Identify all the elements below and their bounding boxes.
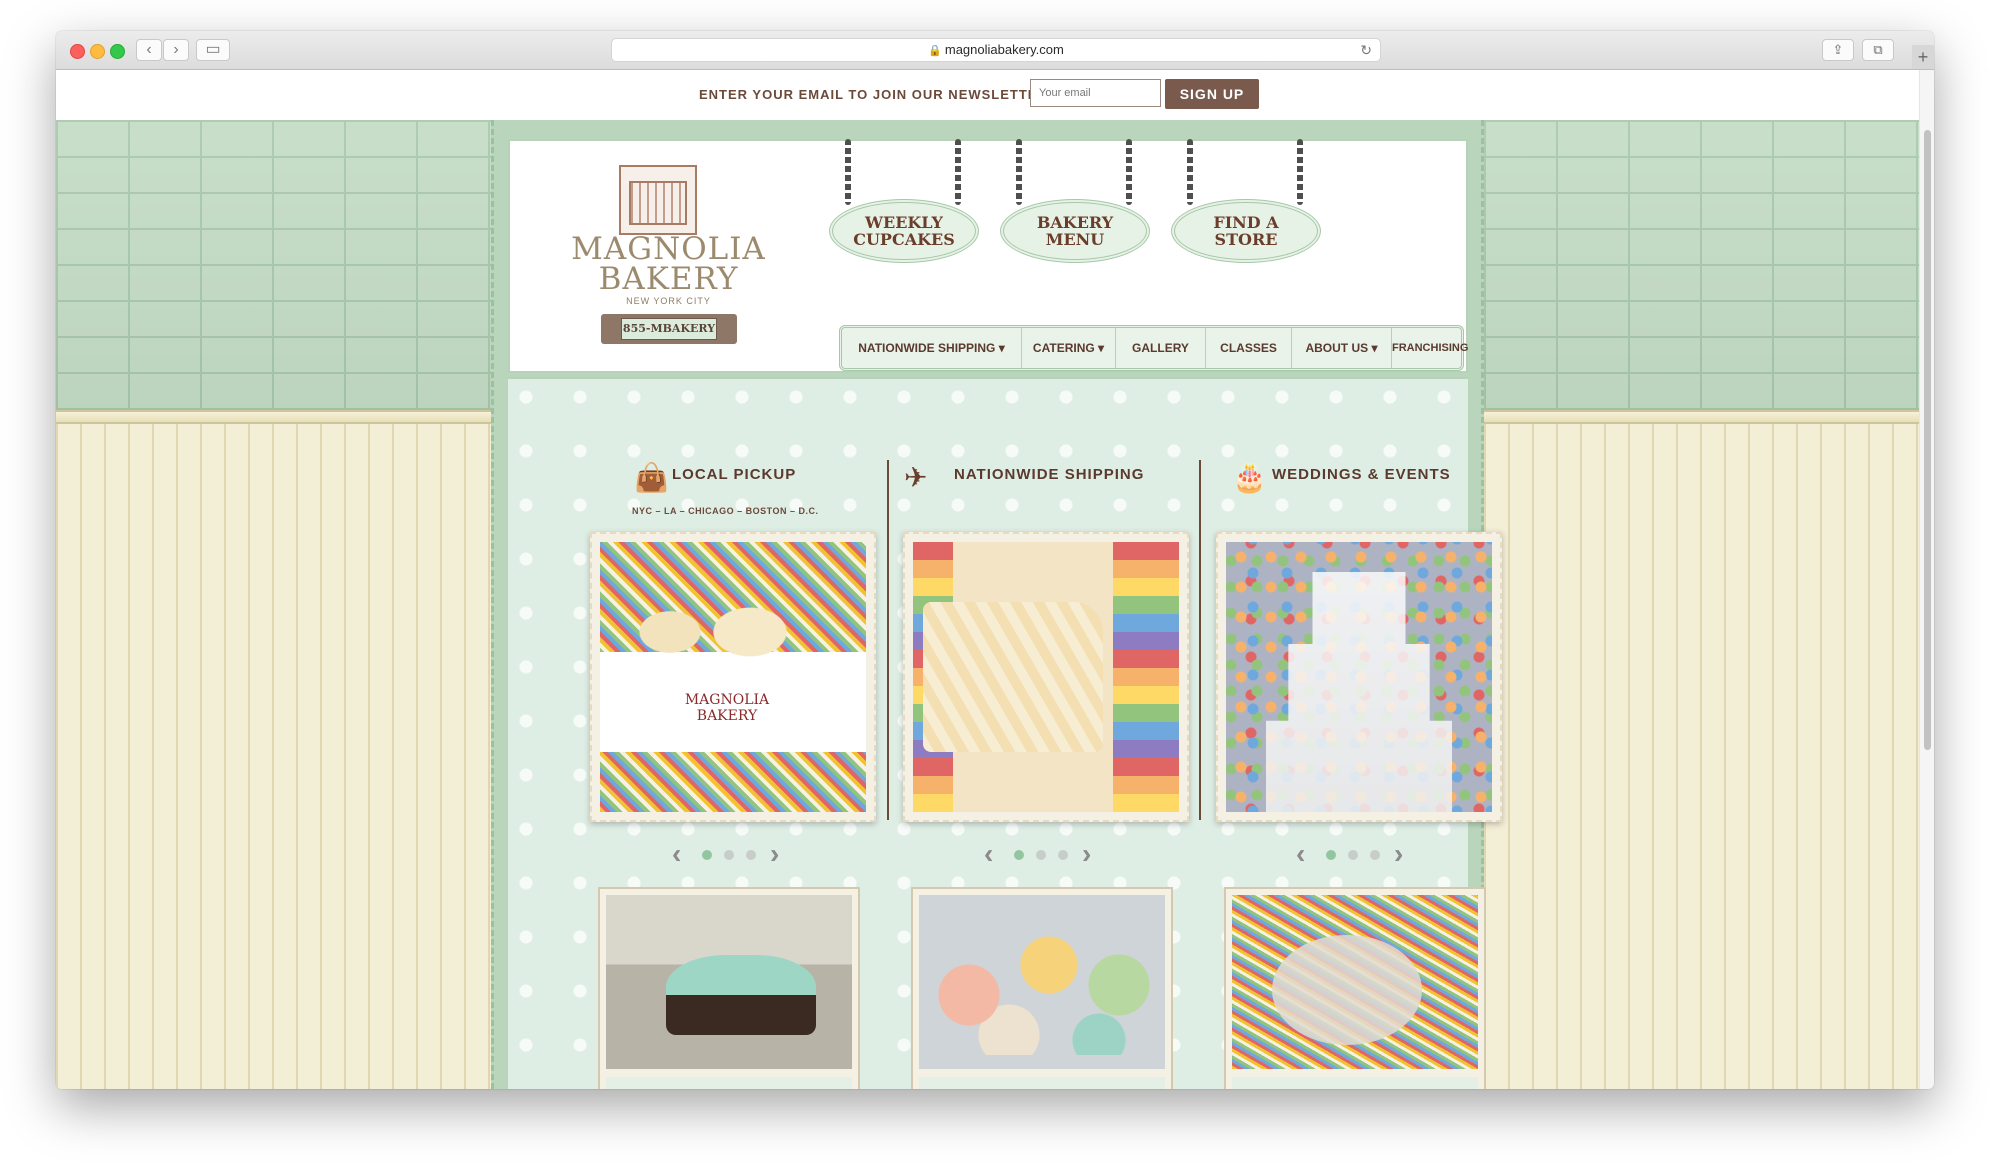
sign-weekly-cupcakes[interactable]: WEEKLY CUPCAKES	[829, 139, 979, 269]
carousel-pager: ‹ ›	[672, 840, 792, 868]
card-label: WEDDINGS	[919, 1077, 1165, 1089]
weddings-events-photo[interactable]	[1216, 532, 1502, 822]
carousel-dot[interactable]	[702, 850, 712, 860]
card-label: CAREERS	[606, 1077, 852, 1089]
rainbow-cake-image	[913, 542, 1179, 812]
wedding-cake-image	[1226, 542, 1492, 812]
chevron-right-icon[interactable]: ›	[1394, 840, 1403, 868]
chevron-right-icon[interactable]: ›	[770, 840, 779, 868]
nav-nationwide-shipping[interactable]: NATIONWIDE SHIPPING ▾	[842, 328, 1022, 368]
scroll-thumb[interactable]	[1924, 130, 1931, 750]
tabs-icon: ⧉	[1873, 42, 1883, 57]
address-bar[interactable]: 🔒 magnoliabakery.com ↻	[611, 38, 1381, 62]
chevron-left-icon[interactable]: ‹	[1296, 840, 1305, 868]
share-button[interactable]: ⇪	[1822, 39, 1854, 61]
chain-icon	[955, 139, 961, 205]
carousel-pager: ‹ ›	[984, 840, 1104, 868]
nav-gallery[interactable]: GALLERY	[1116, 328, 1206, 368]
phone-plaque[interactable]: 855-MBAKERY	[601, 314, 737, 344]
chevron-down-icon: ▾	[1098, 341, 1105, 355]
forward-button[interactable]: ›	[163, 39, 189, 61]
section-weddings-events-title[interactable]: 🎂 WEDDINGS & EVENTS	[1232, 460, 1452, 500]
sign-find-a-store[interactable]: FIND A STORE	[1171, 139, 1321, 269]
careers-card[interactable]: CAREERS	[598, 887, 860, 1089]
main-nav: NATIONWIDE SHIPPING ▾ CATERING ▾ GALLERY…	[839, 325, 1468, 371]
carousel-dot[interactable]	[724, 850, 734, 860]
shopping-bag-icon: 👜	[634, 462, 669, 493]
carousel-dot[interactable]	[1014, 850, 1024, 860]
chevron-right-icon: ›	[173, 41, 179, 58]
section-local-pickup-title[interactable]: 👜 LOCAL PICKUP	[634, 460, 834, 500]
page-scrollbar[interactable]	[1919, 70, 1934, 1089]
careers-image	[606, 895, 852, 1069]
nationwide-shipping-photo[interactable]	[903, 532, 1189, 822]
chain-icon	[845, 139, 851, 205]
lock-icon: 🔒	[928, 45, 942, 57]
sidebar-icon: ▭	[205, 41, 221, 58]
section-nationwide-shipping-title[interactable]: ✈ NATIONWIDE SHIPPING	[904, 460, 1144, 500]
browser-window: ‹ › ▭ 🔒 magnoliabakery.com ↻ ⇪ ⧉ + ENTER …	[56, 31, 1934, 1089]
tiered-cake-icon: 🎂	[1232, 462, 1267, 493]
chevron-down-icon: ▾	[998, 341, 1005, 355]
storefront-icon	[619, 165, 697, 235]
url-text: magnoliabakery.com	[944, 42, 1064, 57]
magnolia-bakery-logo[interactable]: MAGNOLIA BAKERY NEW YORK CITY 855-MBAKER…	[561, 165, 776, 355]
minimize-window-button[interactable]	[90, 44, 105, 59]
column-divider	[887, 460, 889, 820]
fullscreen-window-button[interactable]	[110, 44, 125, 59]
carousel-dot[interactable]	[746, 850, 756, 860]
nav-classes[interactable]: CLASSES	[1206, 328, 1292, 368]
carousel-dot[interactable]	[1348, 850, 1358, 860]
chain-icon	[1187, 139, 1193, 205]
logo-city: NEW YORK CITY	[626, 296, 711, 306]
page-viewport: ENTER YOUR EMAIL TO JOIN OUR NEWSLETTER …	[56, 70, 1920, 1089]
show-tabs-button[interactable]: ⧉	[1862, 39, 1894, 61]
browser-titlebar: ‹ › ▭ 🔒 magnoliabakery.com ↻ ⇪ ⧉ +	[56, 31, 1934, 70]
sign-label: BAKERY MENU	[1036, 213, 1114, 249]
logo-line2: BAKERY	[598, 261, 739, 297]
weddings-image	[919, 895, 1165, 1069]
carousel-pager: ‹ ›	[1296, 840, 1416, 868]
weddings-card[interactable]: WEDDINGS	[911, 887, 1173, 1089]
back-button[interactable]: ‹	[136, 39, 162, 61]
chevron-right-icon[interactable]: ›	[1082, 840, 1091, 868]
sign-label: WEEKLY CUPCAKES	[853, 213, 955, 249]
sidebar-toggle-button[interactable]: ▭	[196, 39, 230, 61]
close-window-button[interactable]	[70, 44, 85, 59]
airplane-icon: ✈	[904, 462, 928, 493]
carousel-dot[interactable]	[1036, 850, 1046, 860]
newsletter-label: ENTER YOUR EMAIL TO JOIN OUR NEWSLETTER	[699, 87, 1048, 102]
left-wall-decoration	[56, 120, 491, 1089]
sign-label: FIND A STORE	[1213, 213, 1279, 249]
new-tab-button[interactable]: +	[1912, 45, 1934, 69]
nav-about-us[interactable]: ABOUT US ▾	[1292, 328, 1392, 368]
nav-franchising[interactable]: FRANCHISING	[1392, 328, 1468, 368]
chevron-left-icon: ‹	[146, 41, 152, 58]
chain-icon	[1126, 139, 1132, 205]
chevron-down-icon: ▾	[1371, 341, 1378, 355]
column-divider	[1199, 460, 1201, 820]
covid-19-card[interactable]: COVID-19	[1224, 887, 1486, 1089]
sign-up-button[interactable]: SIGN UP	[1165, 79, 1259, 109]
cupcake-cup-image	[600, 542, 866, 812]
local-pickup-photo[interactable]	[590, 532, 876, 822]
carousel-dot[interactable]	[1370, 850, 1380, 860]
chevron-left-icon[interactable]: ‹	[984, 840, 993, 868]
card-label: COVID-19	[1232, 1077, 1478, 1089]
chain-icon	[1297, 139, 1303, 205]
newsletter-bar: ENTER YOUR EMAIL TO JOIN OUR NEWSLETTER …	[56, 70, 1920, 121]
chevron-left-icon[interactable]: ‹	[672, 840, 681, 868]
sign-bakery-menu[interactable]: BAKERY MENU	[1000, 139, 1150, 269]
chain-icon	[1016, 139, 1022, 205]
phone-number: 855-MBAKERY	[621, 318, 717, 340]
pickup-cities: NYC – LA – CHICAGO – BOSTON – D.C.	[632, 506, 819, 516]
carousel-dot[interactable]	[1058, 850, 1068, 860]
nav-catering[interactable]: CATERING ▾	[1022, 328, 1116, 368]
right-wall-decoration	[1484, 120, 1920, 1089]
share-icon: ⇪	[1832, 42, 1844, 57]
carousel-dot[interactable]	[1326, 850, 1336, 860]
reload-icon[interactable]: ↻	[1360, 39, 1372, 61]
covid-image	[1232, 895, 1478, 1069]
newsletter-email-input[interactable]: Your email	[1030, 79, 1161, 107]
